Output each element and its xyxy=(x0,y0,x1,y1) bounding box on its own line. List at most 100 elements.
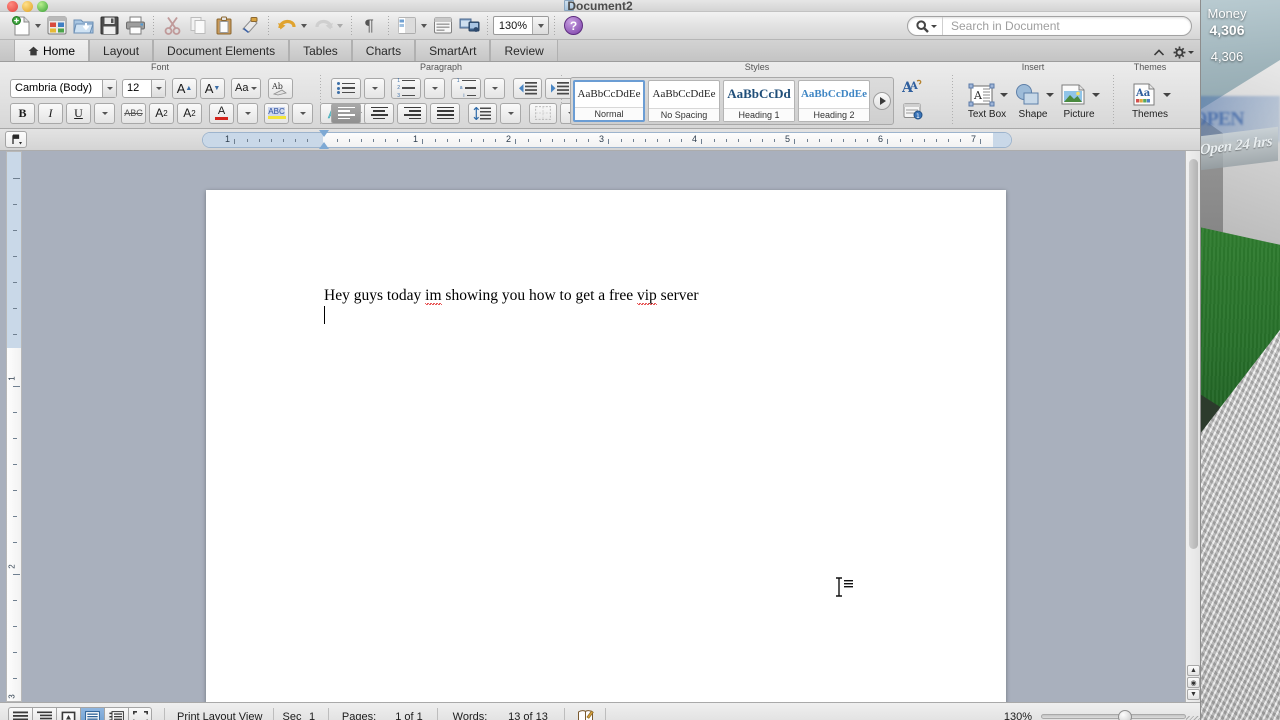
font-color-chevron-down-icon[interactable] xyxy=(237,102,258,124)
underline-chevron-down-icon[interactable] xyxy=(94,102,115,124)
tab-review[interactable]: Review xyxy=(490,40,558,61)
themes-button[interactable]: Aa Themes xyxy=(1120,82,1180,120)
line-spacing-button[interactable] xyxy=(468,102,497,124)
subscript-button[interactable]: A2 xyxy=(177,102,202,124)
sidebar-chevron-icon[interactable] xyxy=(421,23,427,28)
zoom-controls[interactable]: 130% xyxy=(1004,703,1186,720)
zoom-chevron-down-icon[interactable] xyxy=(532,17,548,34)
undo-icon[interactable] xyxy=(274,14,300,38)
insert-text-box-button[interactable]: A Text Box xyxy=(964,82,1010,120)
zoom-slider-knob[interactable] xyxy=(1118,710,1132,720)
redo-chevron-icon[interactable] xyxy=(337,23,343,28)
zoom-combobox[interactable]: 130% xyxy=(493,16,549,35)
font-size-chevron-down-icon[interactable] xyxy=(151,79,165,97)
document-gallery-icon[interactable] xyxy=(44,14,70,38)
draft-view-button[interactable] xyxy=(8,707,32,720)
view-buttons[interactable] xyxy=(8,707,152,720)
toolbox-icon[interactable] xyxy=(430,14,456,38)
manage-styles-icon[interactable]: 1 xyxy=(902,102,924,123)
zoom-slider[interactable] xyxy=(1041,710,1186,720)
window-resize-grip[interactable] xyxy=(1186,716,1200,720)
clear-formatting-button[interactable]: Ab xyxy=(268,77,294,99)
styles-pane-icon[interactable]: A A xyxy=(901,78,924,99)
numbered-list-button[interactable]: 1 2 3 xyxy=(391,77,421,99)
collapse-ribbon-chevron-up-icon[interactable] xyxy=(1153,48,1165,58)
tab-charts[interactable]: Charts xyxy=(351,40,416,61)
vertical-scrollbar[interactable]: ▲ ◉ ▼ xyxy=(1185,151,1200,702)
font-name-combobox[interactable]: Cambria (Body) xyxy=(10,78,117,98)
multilevel-list-chevron-down-icon[interactable] xyxy=(484,77,505,99)
tab-document-elements[interactable]: Document Elements xyxy=(153,40,290,61)
notebook-layout-view-button[interactable] xyxy=(104,707,128,720)
strikethrough-button[interactable]: ABC xyxy=(121,102,146,124)
search-input[interactable] xyxy=(943,19,1191,33)
superscript-button[interactable]: A2 xyxy=(149,102,174,124)
format-painter-icon[interactable] xyxy=(237,14,263,38)
style-no-spacing[interactable]: AaBbCcDdEe No Spacing xyxy=(648,79,720,122)
sidebar-icon[interactable] xyxy=(394,14,420,38)
cut-icon[interactable] xyxy=(159,14,185,38)
show-all-characters-icon[interactable]: ¶ xyxy=(357,14,383,38)
font-name-chevron-down-icon[interactable] xyxy=(102,79,116,97)
left-indent-marker[interactable] xyxy=(319,142,329,149)
help-icon[interactable]: ? xyxy=(564,16,583,35)
underline-button[interactable]: U xyxy=(66,102,91,124)
multilevel-list-button[interactable]: 1 a i xyxy=(451,77,481,99)
decrease-indent-button[interactable] xyxy=(513,77,542,99)
align-left-button[interactable] xyxy=(331,102,361,124)
paste-icon[interactable] xyxy=(211,14,237,38)
insert-shape-button[interactable]: Shape xyxy=(1010,82,1056,120)
tab-tables[interactable]: Tables xyxy=(289,40,352,61)
new-document-icon[interactable] xyxy=(8,14,34,38)
styles-gallery-more-button[interactable] xyxy=(873,91,891,110)
change-case-button[interactable]: Aa xyxy=(231,77,262,99)
style-heading-2[interactable]: AaBbCcDdEe Heading 2 xyxy=(798,79,870,122)
next-page-button[interactable]: ▼ xyxy=(1187,689,1200,700)
tab-home[interactable]: Home xyxy=(14,40,90,61)
browse-object-controls[interactable]: ▲ ◉ ▼ xyxy=(1187,665,1200,700)
styles-gallery[interactable]: AaBbCcDdEe Normal AaBbCcDdEe No Spacing … xyxy=(570,76,894,125)
redo-icon[interactable] xyxy=(310,14,336,38)
numbered-list-chevron-down-icon[interactable] xyxy=(424,77,445,99)
save-icon[interactable] xyxy=(96,14,122,38)
full-screen-view-button[interactable] xyxy=(128,707,152,720)
new-document-chevron-icon[interactable] xyxy=(35,23,41,28)
shrink-font-button[interactable]: A ▼ xyxy=(200,77,225,99)
indent-markers[interactable] xyxy=(319,130,330,150)
vertical-scrollbar-thumb[interactable] xyxy=(1189,159,1198,549)
print-layout-view-button[interactable] xyxy=(80,707,104,720)
search-box[interactable] xyxy=(907,16,1192,36)
media-browser-icon[interactable] xyxy=(456,14,482,38)
bulleted-list-button[interactable] xyxy=(331,77,361,99)
copy-icon[interactable] xyxy=(185,14,211,38)
grow-font-button[interactable]: A ▲ xyxy=(172,77,197,99)
align-center-button[interactable] xyxy=(364,102,394,124)
tab-layout[interactable]: Layout xyxy=(89,40,154,61)
highlight-chevron-down-icon[interactable] xyxy=(292,102,313,124)
document-page[interactable]: Hey guys today im showing you how to get… xyxy=(206,190,1006,702)
tab-stop-selector-button[interactable] xyxy=(5,131,27,148)
tab-smartart[interactable]: SmartArt xyxy=(415,40,491,61)
publishing-layout-view-button[interactable] xyxy=(56,707,80,720)
font-color-button[interactable]: A xyxy=(209,102,234,124)
insert-picture-button[interactable]: Picture xyxy=(1056,82,1102,120)
borders-button[interactable] xyxy=(529,102,557,124)
line-spacing-chevron-down-icon[interactable] xyxy=(500,102,521,124)
search-icon[interactable] xyxy=(908,17,943,35)
style-normal[interactable]: AaBbCcDdEe Normal xyxy=(573,79,645,122)
open-icon[interactable] xyxy=(70,14,96,38)
previous-page-button[interactable]: ▲ xyxy=(1187,665,1200,676)
italic-button[interactable]: I xyxy=(38,102,63,124)
vertical-ruler[interactable]: 1 2 3 xyxy=(6,151,22,702)
ribbon-options-gear[interactable] xyxy=(1173,46,1194,59)
undo-chevron-icon[interactable] xyxy=(301,23,307,28)
document-paragraph[interactable]: Hey guys today im showing you how to get… xyxy=(324,286,924,307)
track-changes-button[interactable] xyxy=(565,703,605,720)
document-area[interactable]: 1 2 3 Hey guys today im showing you how … xyxy=(0,151,1200,702)
outline-view-button[interactable] xyxy=(32,707,56,720)
print-icon[interactable] xyxy=(122,14,148,38)
align-justify-button[interactable] xyxy=(430,102,460,124)
align-right-button[interactable] xyxy=(397,102,427,124)
first-line-indent-marker[interactable] xyxy=(319,130,329,137)
bulleted-list-chevron-down-icon[interactable] xyxy=(364,77,385,99)
